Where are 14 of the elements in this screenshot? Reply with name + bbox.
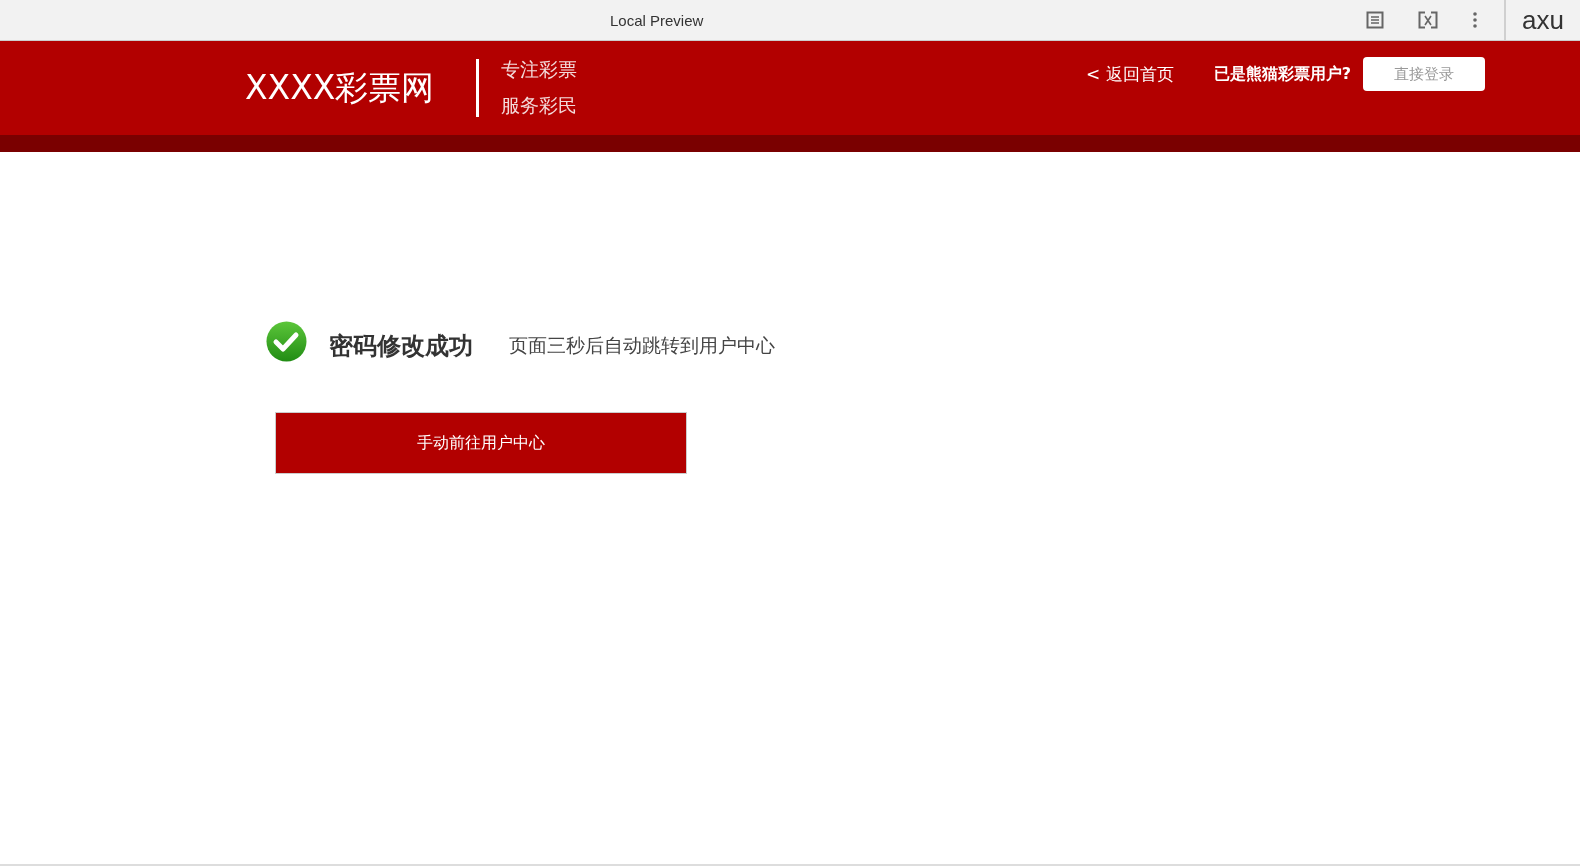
document-icon[interactable] [1366, 11, 1384, 29]
redirect-notice: 页面三秒后自动跳转到用户中心 [509, 333, 775, 358]
variable-icon[interactable] [1418, 11, 1438, 29]
back-home-link[interactable]: < 返回首页 [1086, 62, 1174, 86]
site-logo: XXXX彩票网 [245, 59, 480, 117]
preview-title: Local Preview [610, 11, 704, 29]
user-prompt: 已是熊猫彩票用户? [1213, 63, 1351, 85]
app-logo: axu [1521, 3, 1565, 37]
check-icon [266, 320, 307, 362]
success-title: 密码修改成功 [329, 331, 473, 362]
slogan-line: 专注彩票 [501, 57, 578, 82]
slogan-line: 服务彩民 [501, 93, 578, 118]
more-icon[interactable] [1472, 12, 1478, 28]
user-center-button[interactable]: 手动前往用户中心 [275, 412, 687, 474]
